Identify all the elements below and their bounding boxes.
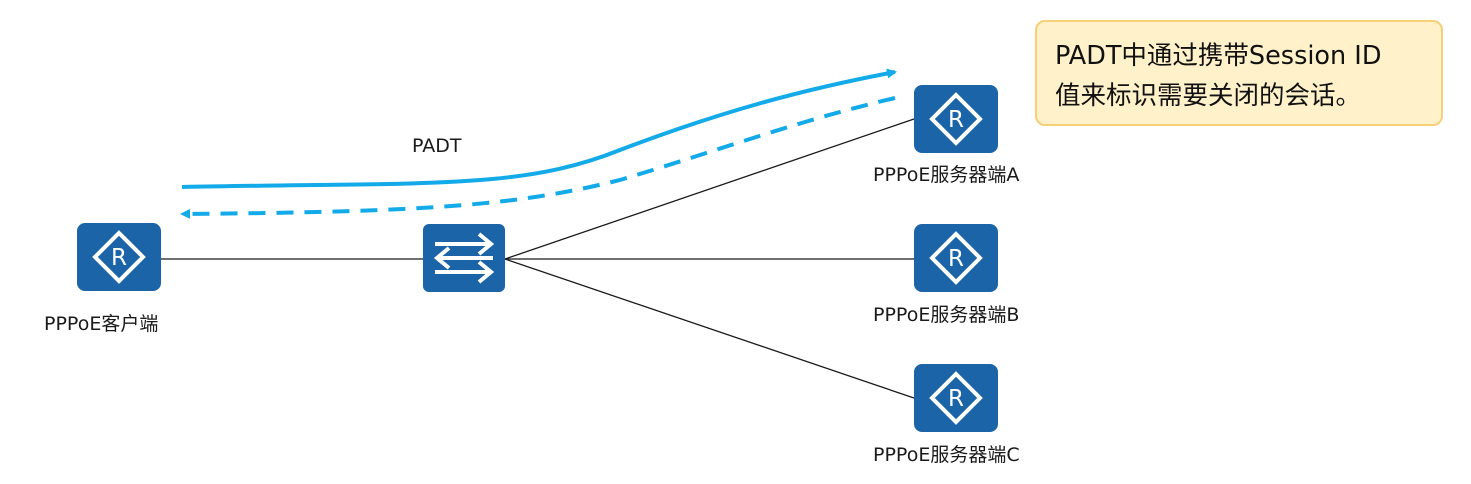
link-switch-server-c <box>504 258 915 399</box>
server-b-label: PPPoE服务器端B <box>873 304 1020 326</box>
router-icon: R <box>77 223 161 291</box>
server-b-router: R <box>914 224 998 296</box>
padt-arrow-label: PADT <box>412 135 462 157</box>
padt-dashed-arrow <box>180 96 896 219</box>
switch <box>423 224 505 296</box>
svg-text:R: R <box>111 245 127 271</box>
svg-text:R: R <box>948 246 964 272</box>
router-icon: R <box>914 85 998 153</box>
switch-icon <box>423 224 505 292</box>
note-line-1: PADT中通过携带Session ID <box>1055 41 1382 71</box>
svg-text:R: R <box>948 386 964 412</box>
router-icon: R <box>914 364 998 432</box>
padt-solid-arrow <box>181 68 897 189</box>
note-callout: PADT中通过携带Session ID 值来标识需要关闭的会话。 <box>1035 20 1443 126</box>
client-label: PPPoE客户端 <box>44 313 159 335</box>
server-c-label: PPPoE服务器端C <box>873 444 1020 466</box>
link-switch-server-a <box>504 118 915 260</box>
server-a-label: PPPoE服务器端A <box>873 164 1020 186</box>
server-a-router: R <box>914 85 998 157</box>
note-line-2: 值来标识需要关闭的会话。 <box>1055 81 1362 111</box>
server-c-router: R <box>914 364 998 436</box>
client-router: R <box>77 223 161 295</box>
router-icon: R <box>914 224 998 292</box>
svg-text:R: R <box>948 107 964 133</box>
